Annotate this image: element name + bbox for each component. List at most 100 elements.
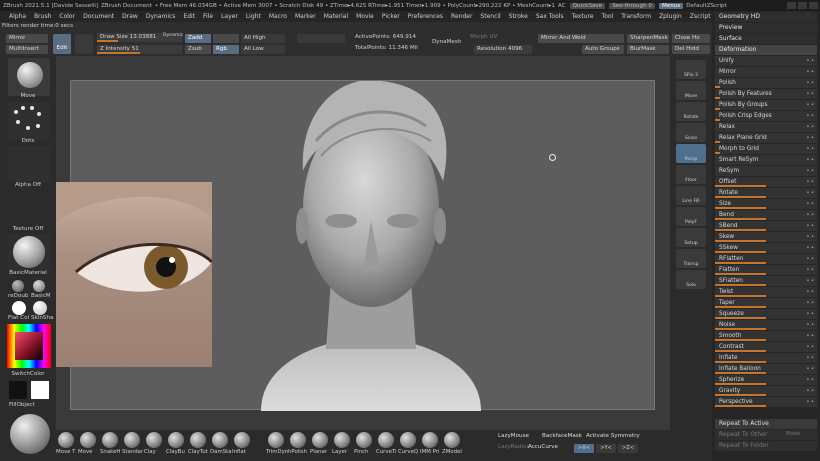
deformation-offset[interactable]: Offset • • (715, 177, 817, 187)
brush-trimdyn-icon[interactable] (268, 432, 284, 448)
menu-file[interactable]: File (203, 13, 213, 20)
deformation-unify[interactable]: Unify • • (715, 56, 817, 66)
quicksave-button[interactable]: QuickSave (569, 2, 606, 9)
deformation-spherize[interactable]: Spherize • • (715, 375, 817, 385)
menu-preferences[interactable]: Preferences (408, 13, 443, 20)
axis-toggle-icon[interactable]: • • (807, 232, 815, 242)
switch-color-button[interactable]: SwitchColor (0, 371, 56, 377)
symmetry-axis-x-button[interactable]: >X< (574, 444, 594, 453)
zsub-button[interactable]: Zsub (185, 45, 211, 54)
dynamesh-button[interactable]: DynaMesh (432, 39, 461, 45)
material-swatch-icon[interactable] (33, 280, 45, 292)
deformation-rotate[interactable]: Rotate • • (715, 188, 817, 198)
deformation-relax-plane-grid[interactable]: Relax Plane Grid • • (715, 133, 817, 143)
menu-stroke[interactable]: Stroke (509, 13, 528, 20)
axis-toggle-icon[interactable]: • • (807, 331, 815, 341)
view-button-transp[interactable]: Transp (676, 249, 706, 268)
auto-groups-button[interactable]: Auto Groups (582, 45, 624, 54)
all-high-button[interactable]: All High (241, 34, 285, 43)
repeat-to-active-button[interactable]: Repeat To Active (715, 419, 817, 429)
axis-toggle-icon[interactable]: • • (807, 78, 815, 88)
subpalette-geometry-hd[interactable]: Geometry HD (715, 12, 817, 22)
menu-sax-tools[interactable]: Sax Tools (536, 13, 564, 20)
brush-layer-icon[interactable] (334, 432, 350, 448)
material-swatch-icon[interactable] (12, 280, 24, 292)
mirror-and-weld-button[interactable]: Mirror And Weld (538, 34, 624, 43)
deformation-morph-to-grid[interactable]: Morph to Grid • • (715, 144, 817, 154)
view-button-solo[interactable]: Solo (676, 270, 706, 289)
axis-toggle-icon[interactable]: • • (807, 210, 815, 220)
repeat-to-other-button[interactable]: Repeat To Other (715, 430, 817, 440)
view-button-polyf[interactable]: PolyF (676, 207, 706, 226)
deformation-taper[interactable]: Taper • • (715, 298, 817, 308)
brush-claybu-icon[interactable] (168, 432, 184, 448)
mrgb-button[interactable] (213, 34, 239, 43)
deformation-resym[interactable]: ReSym • • (715, 166, 817, 176)
brush-hpolish-icon[interactable] (290, 432, 306, 448)
resolution-slider[interactable]: Resolution 4096 (474, 45, 532, 54)
deformation-polish[interactable]: Polish • • (715, 78, 817, 88)
close-holes-button[interactable]: Close Ho (672, 34, 710, 43)
axis-toggle-icon[interactable]: • • (807, 397, 815, 407)
menu-marker[interactable]: Marker (295, 13, 316, 20)
subpalette-deformation[interactable]: Deformation (715, 45, 817, 55)
axis-toggle-icon[interactable]: • • (807, 199, 815, 209)
menu-tool[interactable]: Tool (602, 13, 614, 20)
brush-move-icon[interactable] (80, 432, 96, 448)
deformation-polish-by-groups[interactable]: Polish By Groups • • (715, 100, 817, 110)
deformation-smooth[interactable]: Smooth • • (715, 331, 817, 341)
menu-layer[interactable]: Layer (221, 13, 238, 20)
color-picker[interactable] (7, 324, 51, 368)
main-color-swatch[interactable] (9, 381, 27, 399)
menu-zscript[interactable]: Zscript (690, 13, 711, 20)
axis-toggle-icon[interactable]: • • (807, 188, 815, 198)
axis-toggle-icon[interactable]: • • (807, 166, 815, 176)
deformation-inflate[interactable]: Inflate • • (715, 353, 817, 363)
deformation-polish-by-features[interactable]: Polish By Features • • (715, 89, 817, 99)
minimize-icon[interactable] (787, 2, 796, 9)
menu-color[interactable]: Color (59, 13, 75, 20)
menu-edit[interactable]: Edit (183, 13, 195, 20)
menu-render[interactable]: Render (451, 13, 472, 20)
material-selector[interactable] (8, 234, 50, 270)
axis-toggle-icon[interactable]: • • (807, 320, 815, 330)
axis-toggle-icon[interactable]: • • (807, 133, 815, 143)
sdiv-slider[interactable] (297, 34, 345, 43)
axis-toggle-icon[interactable]: • • (807, 144, 815, 154)
blur-mask-button[interactable]: BlurMask (627, 45, 669, 54)
axis-toggle-icon[interactable]: • • (807, 155, 815, 165)
deformation-size[interactable]: Size • • (715, 199, 817, 209)
draw-mode-button[interactable] (75, 34, 93, 54)
deformation-noise[interactable]: Noise • • (715, 320, 817, 330)
deformation-rflatten[interactable]: RFlatten • • (715, 254, 817, 264)
skin-shade-swatch-icon[interactable] (33, 301, 47, 315)
menu-picker[interactable]: Picker (382, 13, 400, 20)
axis-toggle-icon[interactable]: • • (807, 254, 815, 264)
axis-toggle-icon[interactable]: • • (807, 298, 815, 308)
axis-toggle-icon[interactable]: • • (807, 287, 815, 297)
brush-claytut-icon[interactable] (190, 432, 206, 448)
menu-dynamics[interactable]: Dynamics (146, 13, 176, 20)
menu-macro[interactable]: Macro (269, 13, 287, 20)
deformation-gravity[interactable]: Gravity • • (715, 386, 817, 396)
axis-toggle-icon[interactable]: • • (807, 243, 815, 253)
mirror-button[interactable]: Mirror (6, 34, 48, 43)
brush-curveq-icon[interactable] (400, 432, 416, 448)
repeat-to-folder-button[interactable]: Repeat To Folder (715, 441, 817, 451)
deformation-sflatten[interactable]: SFlatten • • (715, 276, 817, 286)
brush-inflat-icon[interactable] (234, 432, 250, 448)
deformation-perspective[interactable]: Perspective • • (715, 397, 817, 407)
deformation-polish-crisp-edges[interactable]: Polish Crisp Edges • • (715, 111, 817, 121)
all-low-button[interactable]: All Low (241, 45, 285, 54)
fill-object-button[interactable]: FillObject (9, 402, 35, 408)
deformation-flatten[interactable]: Flatten • • (715, 265, 817, 275)
axis-toggle-icon[interactable]: • • (807, 276, 815, 286)
rgb-button[interactable]: Rgb (213, 45, 239, 54)
menu-stencil[interactable]: Stencil (480, 13, 500, 20)
menus-button[interactable]: Menus (658, 2, 684, 9)
accucurve-button[interactable]: AccuCurve (528, 444, 558, 450)
menu-material[interactable]: Material (324, 13, 348, 20)
activate-symmetry-button[interactable]: Activate Symmetry (586, 433, 640, 439)
tool-preview-icon[interactable] (10, 414, 50, 454)
deformation-relax[interactable]: Relax • • (715, 122, 817, 132)
